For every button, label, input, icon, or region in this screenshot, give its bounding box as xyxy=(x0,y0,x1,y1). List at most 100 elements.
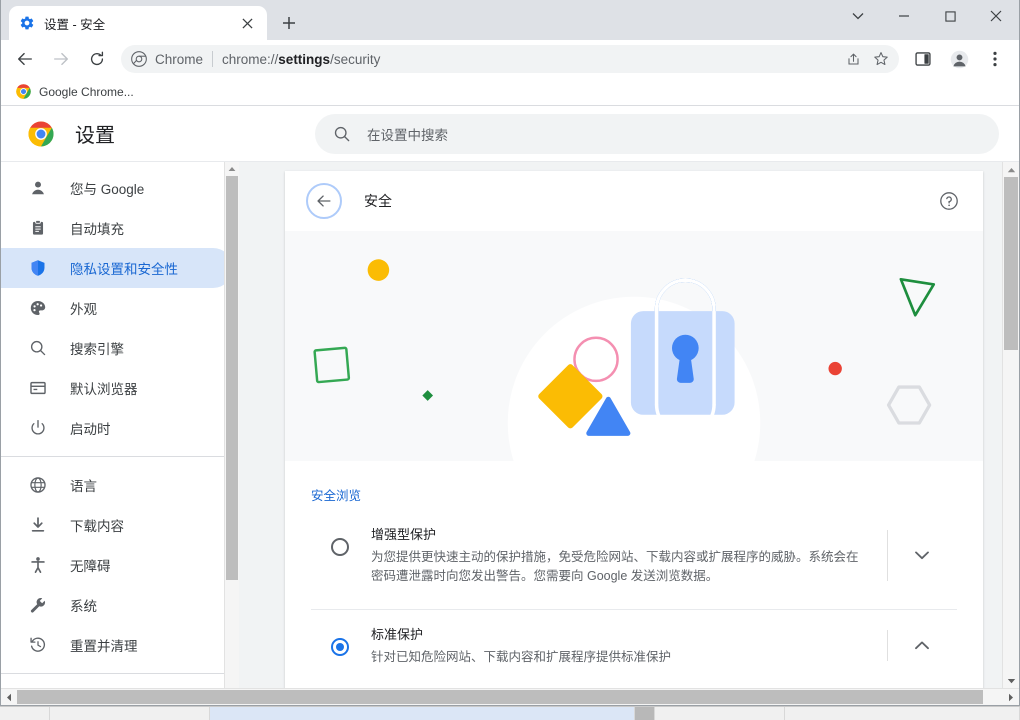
sidebar-item-label: 启动时 xyxy=(70,422,111,437)
forward-arrow-icon[interactable] xyxy=(47,45,75,73)
side-panel-icon[interactable] xyxy=(909,45,937,73)
option-expand-area[interactable] xyxy=(887,624,957,667)
new-tab-button[interactable] xyxy=(275,9,303,37)
taskbar-segment xyxy=(655,707,785,720)
close-button[interactable] xyxy=(973,0,1019,32)
tab-search-button[interactable] xyxy=(835,0,881,32)
sidebar-scroll-thumb[interactable] xyxy=(226,176,238,580)
search-icon xyxy=(28,338,48,358)
browser-window-icon xyxy=(28,378,48,398)
sidebar-item-label: 无障碍 xyxy=(70,559,111,574)
option-standard-protection[interactable]: 标准保护 针对已知危险网站、下载内容和扩展程序提供标准保护 xyxy=(311,608,957,683)
history-restore-icon xyxy=(28,635,48,655)
back-button[interactable] xyxy=(306,183,342,219)
option-description: 为您提供更快速主动的保护措施，免受危险网站、下载内容或扩展程序的威胁。系统会在密… xyxy=(371,550,859,584)
sidebar-item-label: 系统 xyxy=(70,599,97,614)
main-scroll-down-arrow[interactable] xyxy=(1003,673,1019,688)
chrome-logo-icon xyxy=(16,83,32,100)
sidebar-item-label: 您与 Google xyxy=(70,182,145,197)
maximize-button[interactable] xyxy=(927,0,973,32)
sidebar-divider xyxy=(1,456,239,457)
chrome-menu-icon[interactable] xyxy=(981,45,1009,73)
sidebar-item-label: 搜索引擎 xyxy=(70,342,124,357)
omnibox-url-bold: settings xyxy=(278,51,331,67)
sidebar-scrollbar[interactable] xyxy=(224,162,239,688)
sidebar-scroll-up-arrow[interactable] xyxy=(225,162,239,176)
help-circle-icon[interactable] xyxy=(937,189,961,213)
section-title: 安全浏览 xyxy=(311,489,362,503)
tab-title: 设置 - 安全 xyxy=(44,17,106,32)
chrome-logo-icon xyxy=(28,121,54,147)
safe-browsing-section: 安全浏览 增强型保护 为您提供更快速主动的保护措施，免受危险网站、下载内容或扩展… xyxy=(285,461,983,683)
minimize-button[interactable] xyxy=(881,0,927,32)
main-scrollbar[interactable] xyxy=(1002,162,1019,688)
settings-body: 您与 Google 自动填充 隐私设置和安全性 外观 搜索引擎 默认浏览器 启动… xyxy=(1,162,1019,688)
sidebar-item-privacy-and-security[interactable]: 隐私设置和安全性 xyxy=(1,248,233,288)
page-title: 设置 xyxy=(75,125,115,147)
profile-avatar-icon[interactable] xyxy=(945,45,973,73)
sidebar-item-system[interactable]: 系统 xyxy=(1,585,233,625)
window-controls xyxy=(835,0,1019,32)
taskbar-segment xyxy=(635,707,655,720)
sidebar-item-label: 下载内容 xyxy=(70,519,124,534)
security-lock-illustration xyxy=(285,231,983,461)
back-arrow-icon[interactable] xyxy=(11,45,39,73)
sidebar-item-appearance[interactable]: 外观 xyxy=(1,288,233,328)
sidebar-item-label: 外观 xyxy=(70,302,97,317)
security-card: 安全 安全浏览 增强型保护 为您提供更快速主动的保护措施，免受危险网站、下载内容… xyxy=(285,171,983,688)
sidebar-divider-bottom xyxy=(1,673,239,674)
bookmark-item[interactable]: Google Chrome... xyxy=(9,81,141,103)
radio-enhanced-protection[interactable] xyxy=(331,538,349,556)
search-icon xyxy=(333,125,351,143)
hscroll-thumb[interactable] xyxy=(17,690,983,704)
sidebar-item-accessibility[interactable]: 无障碍 xyxy=(1,545,233,585)
radio-standard-protection[interactable] xyxy=(331,637,349,656)
chevron-down-icon[interactable] xyxy=(915,551,929,560)
option-divider xyxy=(887,629,888,662)
settings-main: 安全 安全浏览 增强型保护 为您提供更快速主动的保护措施，免受危险网站、下载内容… xyxy=(239,162,1019,688)
browser-tab[interactable]: 设置 - 安全 xyxy=(9,6,267,40)
bookmark-star-icon[interactable] xyxy=(868,46,894,72)
chevron-up-icon[interactable] xyxy=(915,641,929,650)
sidebar-item-autofill[interactable]: 自动填充 xyxy=(1,208,233,248)
security-title: 安全 xyxy=(364,193,392,209)
tab-strip: 设置 - 安全 xyxy=(1,0,1019,40)
hscroll-left-arrow[interactable] xyxy=(1,689,17,705)
main-scroll-up-arrow[interactable] xyxy=(1003,162,1019,177)
search-input[interactable]: 在设置中搜索 xyxy=(315,113,999,154)
gear-icon xyxy=(19,15,35,31)
sidebar-item-you-and-google[interactable]: 您与 Google xyxy=(1,168,233,208)
sidebar-item-label: 自动填充 xyxy=(70,222,124,237)
share-icon[interactable] xyxy=(840,46,866,72)
sidebar-item-on-startup[interactable]: 启动时 xyxy=(1,408,233,448)
option-text: 标准保护 针对已知危险网站、下载内容和扩展程序提供标准保护 xyxy=(371,624,887,667)
omnibox-url-suffix: /security xyxy=(330,51,381,67)
desktop-taskbar xyxy=(0,706,1020,720)
sidebar-item-downloads[interactable]: 下载内容 xyxy=(1,505,233,545)
option-title: 增强型保护 xyxy=(371,527,437,542)
sidebar-item-reset-and-cleanup[interactable]: 重置并清理 xyxy=(1,625,233,665)
address-bar[interactable]: Chrome chrome://settings/security xyxy=(121,45,899,73)
sidebar-item-search-engine[interactable]: 搜索引擎 xyxy=(1,328,233,368)
main-scroll-thumb[interactable] xyxy=(1004,177,1018,350)
globe-icon xyxy=(28,475,48,495)
hscroll-right-arrow[interactable] xyxy=(1003,689,1019,705)
reload-icon[interactable] xyxy=(83,45,111,73)
sidebar-item-label: 默认浏览器 xyxy=(70,382,138,397)
tab-close-button[interactable] xyxy=(237,13,257,33)
horizontal-scrollbar[interactable] xyxy=(1,688,1019,705)
taskbar-active-window[interactable] xyxy=(210,707,635,720)
option-enhanced-protection[interactable]: 增强型保护 为您提供更快速主动的保护措施，免受危险网站、下载内容或扩展程序的威胁… xyxy=(311,510,957,603)
chrome-logo-icon xyxy=(131,51,147,67)
option-divider xyxy=(887,530,888,581)
taskbar-segment xyxy=(0,707,50,720)
sidebar-item-languages[interactable]: 语言 xyxy=(1,465,233,505)
bookmarks-bar: Google Chrome... xyxy=(1,78,1019,106)
option-title: 标准保护 xyxy=(371,626,424,642)
omnibox-actions xyxy=(839,45,895,73)
sidebar-item-default-browser[interactable]: 默认浏览器 xyxy=(1,368,233,408)
bookmark-label: Google Chrome... xyxy=(39,84,134,99)
option-expand-area[interactable] xyxy=(887,524,957,587)
omnibox-separator xyxy=(212,51,214,67)
sidebar-item-label: 重置并清理 xyxy=(70,639,138,654)
